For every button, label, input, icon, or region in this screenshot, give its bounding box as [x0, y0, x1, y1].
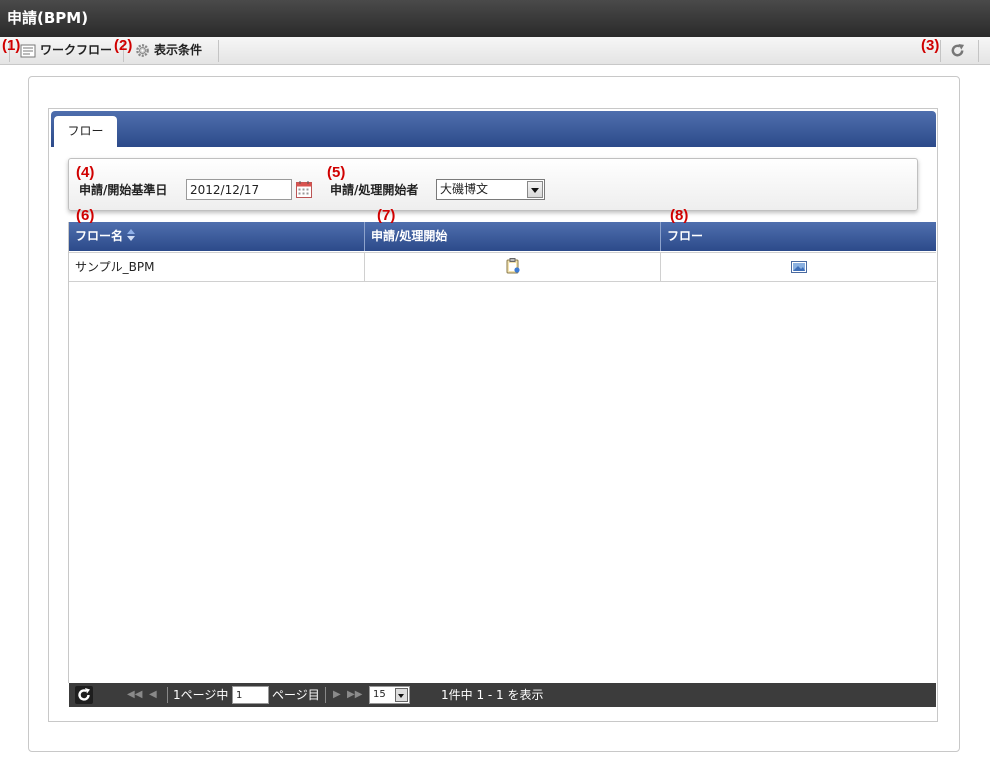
refresh-button[interactable]: [950, 37, 965, 64]
record-summary: 1件中 1 - 1 を表示: [441, 688, 544, 702]
pager-separator: [325, 687, 326, 703]
base-date-label: 申請/開始基準日: [79, 183, 168, 197]
chevron-down-icon: [395, 688, 408, 702]
pager: ◀◀ ◀ 1ページ中 ページ目 ▶ ▶▶ 15 1件中 1 - 1 を表示: [69, 683, 936, 707]
toolbar: ワークフロー 表示条件: [0, 37, 990, 65]
grid-header: フロー名 申請/処理開始 フロー: [69, 222, 936, 251]
page-number-input[interactable]: [232, 686, 269, 704]
table-row[interactable]: サンプル_BPM: [69, 252, 936, 282]
flow-image-icon[interactable]: [790, 261, 807, 273]
annotation-marker: (5): [327, 164, 346, 181]
page-suffix: ページ目: [272, 688, 320, 702]
grid: [68, 222, 936, 683]
column-header-label: フロー名: [75, 229, 124, 243]
refresh-icon[interactable]: [75, 686, 93, 704]
annotation-marker: (1): [2, 37, 21, 54]
window-title: 申請(BPM): [0, 0, 990, 37]
column-header-flow-name[interactable]: フロー名: [69, 222, 365, 251]
flow-cell: [661, 253, 936, 282]
prev-page-icon[interactable]: ◀: [149, 683, 157, 707]
pager-separator: [167, 687, 168, 703]
base-date-input[interactable]: [186, 179, 292, 200]
start-cell: [365, 253, 661, 282]
page-size-value: 15: [373, 689, 386, 700]
annotation-marker: (8): [670, 207, 689, 224]
tab-bar: [51, 111, 936, 147]
annotation-marker: (4): [76, 164, 95, 181]
column-header-start[interactable]: 申請/処理開始: [365, 222, 661, 251]
gear-icon: [136, 44, 149, 57]
toolbar-separator: [978, 40, 979, 62]
annotation-marker: (3): [921, 37, 940, 54]
workflow-icon: [20, 44, 36, 57]
clipboard-icon[interactable]: [506, 258, 520, 274]
chevron-down-icon: [527, 181, 543, 198]
last-page-icon[interactable]: ▶▶: [347, 683, 362, 707]
column-header-flow[interactable]: フロー: [661, 222, 936, 251]
tab-flow[interactable]: フロー: [54, 116, 117, 147]
starter-label: 申請/処理開始者: [330, 183, 419, 197]
toolbar-separator: [940, 40, 941, 62]
next-page-icon[interactable]: ▶: [333, 683, 341, 707]
refresh-icon: [951, 43, 965, 57]
workflow-button-label: ワークフロー: [40, 43, 113, 57]
toolbar-separator: [218, 40, 219, 62]
first-page-icon[interactable]: ◀◀: [127, 683, 142, 707]
starter-select[interactable]: 大磯博文: [436, 179, 545, 200]
annotation-marker: (6): [76, 207, 95, 224]
display-conditions-button[interactable]: 表示条件: [135, 37, 202, 64]
sort-icon: [127, 229, 136, 241]
calendar-icon[interactable]: [296, 180, 312, 198]
flow-name-cell: サンプル_BPM: [69, 253, 365, 282]
workflow-button[interactable]: ワークフロー: [20, 37, 112, 64]
starter-select-value: 大磯博文: [440, 182, 489, 196]
page-prefix: 1ページ中: [173, 688, 229, 702]
page-size-select[interactable]: 15: [369, 686, 410, 704]
annotation-marker: (7): [377, 207, 396, 224]
display-conditions-label: 表示条件: [154, 43, 203, 57]
annotation-marker: (2): [114, 37, 133, 54]
